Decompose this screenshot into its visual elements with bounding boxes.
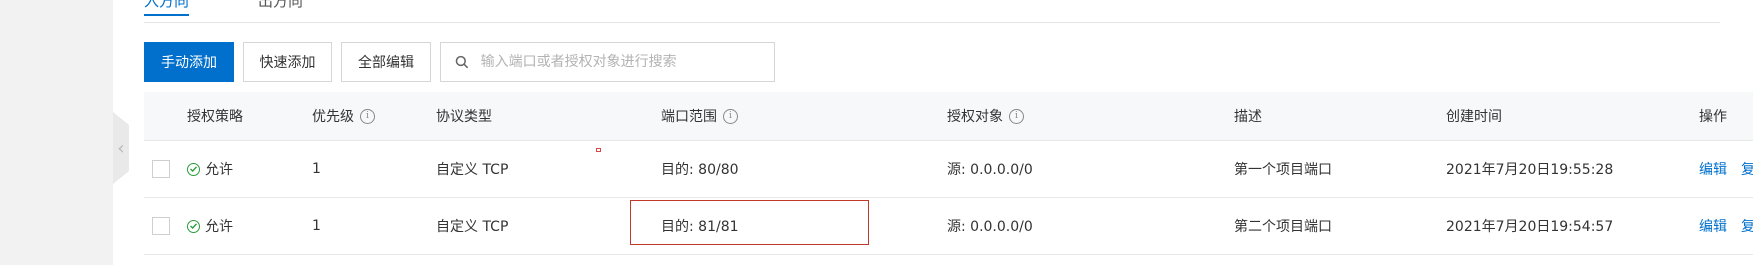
priority-cell: 1 <box>312 161 321 177</box>
tab-outbound[interactable]: 出方向 <box>258 0 303 11</box>
row-checkbox[interactable] <box>152 217 170 235</box>
edit-all-button[interactable]: 全部编辑 <box>341 42 431 82</box>
table-row: 允许 1 自定义 TCP 目的: 80/80 源: 0.0.0.0/0 第一个项… <box>144 141 1753 198</box>
info-icon[interactable]: i <box>360 108 375 124</box>
info-icon[interactable]: i <box>1009 108 1024 124</box>
priority-cell: 1 <box>312 218 321 234</box>
policy-cell: 允许 <box>187 141 233 197</box>
created-cell: 2021年7月20日19:55:28 <box>1446 162 1614 178</box>
quick-add-button[interactable]: 快速添加 <box>243 42 332 82</box>
auth-object-cell: 源: 0.0.0.0/0 <box>947 162 1033 178</box>
edit-link[interactable]: 编辑 <box>1699 216 1727 236</box>
search-box[interactable] <box>440 42 775 82</box>
header-port-range: 端口范围 i <box>661 92 738 140</box>
table-row: 允许 1 自定义 TCP 目的: 81/81 源: 0.0.0.0/0 第二个项… <box>144 198 1753 255</box>
rules-table: 授权策略 优先级 i 协议类型 端口范围 i 授权对象 i 描述 创建时间 操作 <box>144 92 1753 255</box>
policy-label: 允许 <box>205 162 233 178</box>
policy-cell: 允许 <box>187 198 233 254</box>
tab-inbound[interactable]: 入方向 <box>144 0 190 16</box>
protocol-cell: 自定义 TCP <box>436 219 509 235</box>
table-header-row: 授权策略 优先级 i 协议类型 端口范围 i 授权对象 i 描述 创建时间 操作 <box>144 92 1753 141</box>
annotation-mark <box>596 148 601 152</box>
chevron-left-icon: ‹ <box>117 137 125 159</box>
policy-label: 允许 <box>205 219 233 235</box>
description-cell: 第一个项目端口 <box>1234 162 1332 178</box>
info-icon[interactable]: i <box>723 108 738 124</box>
more-action-link[interactable]: 复 <box>1741 216 1753 236</box>
header-protocol: 协议类型 <box>436 109 492 125</box>
search-input[interactable] <box>478 53 774 71</box>
header-description: 描述 <box>1234 109 1262 125</box>
header-actions: 操作 <box>1699 109 1727 125</box>
sidebar-collapse-handle[interactable]: ‹ <box>113 112 129 184</box>
header-priority: 优先级 i <box>312 92 375 140</box>
security-group-rules-page: ‹ 入方向 出方向 手动添加 快速添加 全部编辑 授权策略 优先级 i 协议类型… <box>0 0 1753 265</box>
created-cell: 2021年7月20日19:54:57 <box>1446 219 1614 235</box>
description-cell: 第二个项目端口 <box>1234 219 1332 235</box>
manual-add-button[interactable]: 手动添加 <box>144 42 234 82</box>
edit-link[interactable]: 编辑 <box>1699 159 1727 179</box>
more-action-link[interactable]: 复 <box>1741 159 1753 179</box>
port-range-cell: 目的: 81/81 <box>661 219 739 235</box>
check-circle-icon <box>187 162 200 176</box>
left-sidebar-rail <box>0 0 113 265</box>
row-checkbox-cell <box>152 198 170 254</box>
actions-cell: 编辑 复 <box>1699 198 1753 254</box>
header-policy: 授权策略 <box>187 109 243 125</box>
check-circle-icon <box>187 219 200 233</box>
row-checkbox-cell <box>152 141 170 197</box>
actions-cell: 编辑 复 <box>1699 141 1753 197</box>
header-created: 创建时间 <box>1446 109 1502 125</box>
search-icon <box>455 55 469 69</box>
header-auth-object: 授权对象 i <box>947 92 1024 140</box>
port-range-cell: 目的: 80/80 <box>661 162 739 178</box>
row-checkbox[interactable] <box>152 160 170 178</box>
protocol-cell: 自定义 TCP <box>436 162 509 178</box>
direction-tabs: 入方向 出方向 <box>144 0 1720 23</box>
auth-object-cell: 源: 0.0.0.0/0 <box>947 219 1033 235</box>
